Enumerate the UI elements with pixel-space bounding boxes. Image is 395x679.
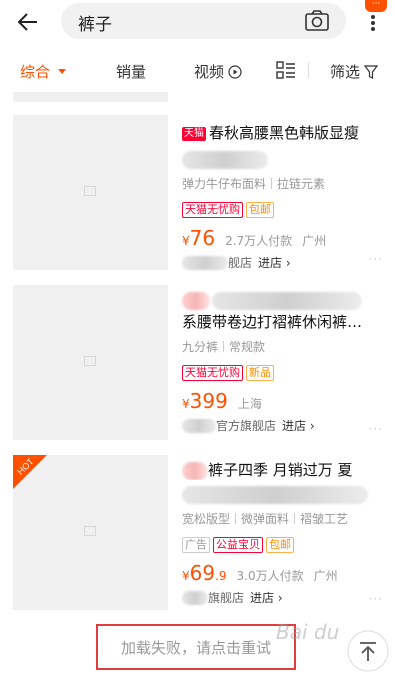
product-title: 裤子四季 月销过万 夏: [182, 460, 382, 480]
price: 69: [189, 561, 216, 585]
more-options-icon[interactable]: ···: [369, 252, 383, 266]
tab-divider: [308, 62, 309, 78]
menu-badge: ···: [365, 0, 387, 12]
product-list: ··· 天猫春秋高腰黑色韩版显瘦 弹力牛仔布面料拉链元素 天猫无忧购包邮 ¥ 7…: [0, 92, 395, 679]
new-product-badge: 新品: [246, 365, 274, 381]
ad-badge: 广告: [182, 537, 210, 553]
shop-row: 舰店 进店 ›: [182, 254, 390, 271]
product-thumbnail: [13, 115, 168, 270]
shop-row: 旗舰店 进店 ›: [182, 589, 390, 606]
tab-label: 综合: [20, 63, 51, 81]
play-circle-icon: [228, 64, 242, 79]
blurred-title-line: [182, 484, 390, 504]
free-shipping-badge: 包邮: [246, 202, 274, 218]
hot-badge: HOT: [13, 455, 47, 489]
back-to-top-icon[interactable]: [347, 630, 389, 672]
product-thumbnail: [13, 92, 168, 102]
location: 广州: [302, 234, 327, 248]
product-attributes: 宽松版型 微弹面料 褶皱工艺: [182, 512, 349, 526]
tab-sales[interactable]: 销量: [116, 61, 146, 82]
enter-shop-link[interactable]: 进店 ›: [282, 417, 315, 434]
service-badges: 天猫无忧购 新品: [182, 361, 390, 381]
shop-name: 旗舰店: [208, 591, 245, 605]
shop-name: 舰店: [228, 256, 253, 270]
worry-free-badge: 天猫无忧购: [182, 365, 243, 381]
product-thumbnail: HOT: [13, 455, 168, 610]
price: 76: [189, 226, 216, 250]
price-row: ¥ 399 上海: [182, 389, 262, 413]
free-shipping-badge: 包邮: [266, 537, 294, 553]
enter-shop-link[interactable]: 进店 ›: [258, 254, 291, 271]
product-attributes: 九分裤 常规款: [182, 340, 266, 354]
tmall-tag: 天猫: [182, 127, 206, 141]
more-options-icon[interactable]: ···: [369, 422, 383, 436]
sort-tabs: 综合 销量 视频 筛选: [0, 48, 395, 92]
price-row: ¥ 69.9 3.0万人付款 广州: [182, 561, 338, 585]
service-badges: 天猫无忧购 包邮: [182, 198, 390, 218]
blurred-title-line: [182, 149, 390, 169]
back-arrow-icon[interactable]: [12, 8, 44, 36]
list-item[interactable]: 系腰带卷边打褶裤休闲裤… 九分裤 常规款 天猫无忧购 新品 ¥ 399 上海 官方旗…: [0, 276, 395, 446]
list-item[interactable]: ···: [0, 92, 395, 102]
filter-icon: [364, 64, 379, 79]
camera-icon[interactable]: [304, 9, 330, 33]
location: 广州: [313, 569, 338, 583]
price-row: ¥ 76 2.7万人付款 广州: [182, 226, 327, 250]
image-placeholder-icon: [84, 526, 96, 536]
charity-badge: 公益宝贝: [213, 537, 263, 553]
more-options-icon[interactable]: ···: [369, 92, 383, 96]
location: 上海: [237, 397, 262, 411]
product-title: 天猫 春秋高腰黑色韩版显瘦: [182, 124, 360, 142]
search-query: 裤子: [78, 15, 112, 35]
product-attributes: 弹力牛仔布面料 拉链元素: [182, 177, 326, 191]
tab-label: 视频: [194, 63, 225, 81]
search-input[interactable]: 裤子: [61, 3, 346, 39]
more-options-icon[interactable]: ···: [369, 592, 383, 606]
tab-label: 筛选: [330, 63, 361, 81]
shop-row: 官方旗舰店 进店 ›: [182, 417, 390, 434]
top-bar: 裤子 ···: [0, 0, 395, 48]
product-title: 系腰带卷边打褶裤休闲裤…: [182, 313, 363, 331]
image-placeholder-icon: [84, 356, 96, 366]
price: 399: [189, 389, 228, 413]
caret-down-icon: [58, 69, 67, 74]
tab-video[interactable]: 视频: [194, 61, 242, 82]
product-thumbnail: [13, 285, 168, 440]
image-placeholder-icon: [84, 186, 96, 196]
baidu-watermark: Bai du: [276, 620, 340, 644]
blurred-title-line: [182, 290, 390, 310]
list-item[interactable]: HOT 裤子四季 月销过万 夏 宽松版型 微弹面料 褶皱工艺 广告 公益宝贝 包邮 ¥ …: [0, 446, 395, 616]
sales-count: 3.0万人付款: [236, 569, 304, 583]
sales-count: 2.7万人付款: [225, 234, 293, 248]
tab-label: 销量: [116, 63, 147, 81]
service-badges: 广告 公益宝贝 包邮: [182, 533, 390, 553]
tab-comprehensive[interactable]: 综合: [20, 61, 67, 82]
enter-shop-link[interactable]: 进店 ›: [250, 589, 283, 606]
shop-name: 官方旗舰店: [216, 419, 277, 433]
load-failed-retry[interactable]: 加载失败，请点击重试: [96, 624, 296, 670]
list-view-toggle[interactable]: [276, 61, 296, 79]
tab-filter[interactable]: 筛选: [330, 61, 379, 82]
worry-free-badge: 天猫无忧购: [182, 202, 243, 218]
list-item[interactable]: 天猫 春秋高腰黑色韩版显瘦 弹力牛仔布面料 拉链元素 天猫无忧购 包邮 ¥ 76 2.…: [0, 106, 395, 276]
list-view-icon: [276, 61, 295, 79]
